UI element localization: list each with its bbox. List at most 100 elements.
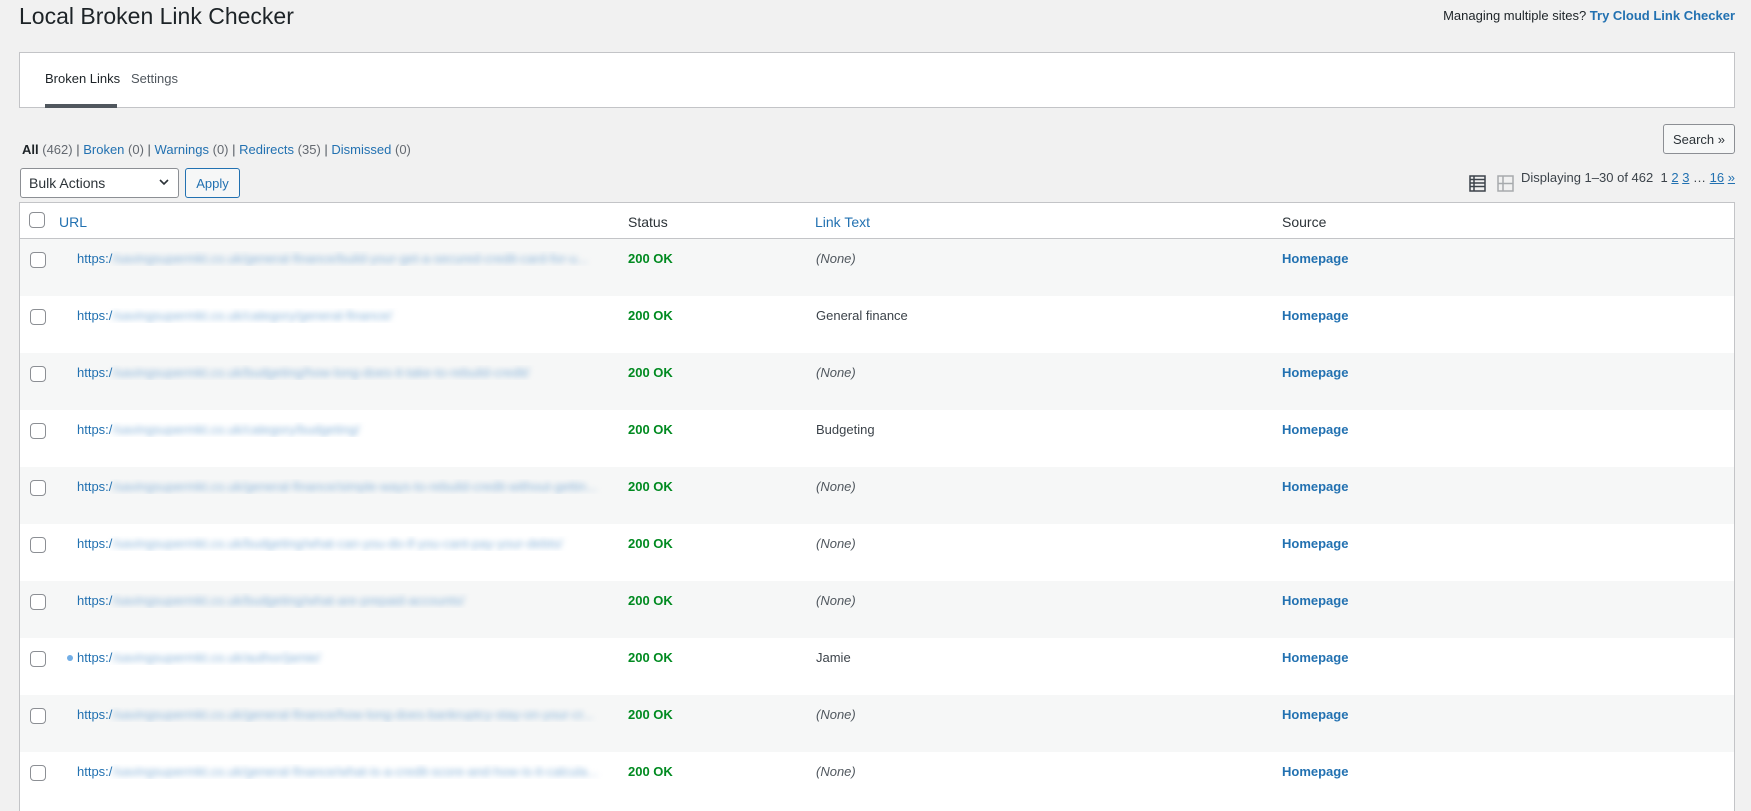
page-title: Local Broken Link Checker: [19, 3, 294, 29]
row-checkbox[interactable]: [30, 594, 46, 610]
row-url-prefix: https:/: [77, 365, 113, 380]
row-status: 200 OK: [628, 536, 673, 551]
row-source-link[interactable]: Homepage: [1282, 479, 1348, 494]
table-row: https://savingsupermkt.co.uk/general-fin…: [20, 752, 1734, 809]
row-url-rest: /savingsupermkt.co.uk/category/budgeting…: [112, 422, 360, 437]
column-link-text[interactable]: Link Text: [815, 214, 870, 230]
promo: Managing multiple sites? Try Cloud Link …: [1443, 8, 1735, 23]
row-url-link[interactable]: https://savingsupermkt.co.uk/author/jami…: [77, 650, 625, 665]
row-status: 200 OK: [628, 650, 673, 665]
row-status: 200 OK: [628, 764, 673, 779]
row-checkbox[interactable]: [30, 309, 46, 325]
table-row: https://savingsupermkt.co.uk/general-fin…: [20, 239, 1734, 296]
row-url-link[interactable]: https://savingsupermkt.co.uk/general-fin…: [77, 251, 625, 266]
row-checkbox[interactable]: [30, 366, 46, 382]
row-source-link[interactable]: Homepage: [1282, 422, 1348, 437]
row-url-prefix: https:/: [77, 536, 113, 551]
row-source-link[interactable]: Homepage: [1282, 764, 1348, 779]
row-url-rest: /savingsupermkt.co.uk/general-finance/bu…: [112, 251, 588, 266]
tab-broken-links[interactable]: Broken Links: [45, 71, 120, 86]
tab-settings[interactable]: Settings: [131, 71, 178, 86]
tab-bar: Broken Links Settings: [19, 52, 1735, 108]
table-row: https://savingsupermkt.co.uk/category/ge…: [20, 296, 1734, 353]
row-url-prefix: https:/: [77, 479, 113, 494]
filter-warnings[interactable]: Warnings: [155, 142, 209, 157]
excerpt-view-icon[interactable]: [1497, 175, 1514, 192]
row-status: 200 OK: [628, 422, 673, 437]
row-checkbox[interactable]: [30, 708, 46, 724]
row-url-link[interactable]: https://savingsupermkt.co.uk/budgeting/h…: [77, 365, 625, 380]
row-source-link[interactable]: Homepage: [1282, 251, 1348, 266]
filter-broken-count: (0): [128, 142, 144, 157]
active-tab-indicator: [45, 104, 117, 108]
bulk-actions-select[interactable]: Bulk Actions: [20, 168, 179, 198]
row-checkbox[interactable]: [30, 423, 46, 439]
search-button[interactable]: Search »: [1663, 124, 1735, 154]
filter-dismissed-count: (0): [394, 142, 411, 157]
redirect-indicator-icon: [67, 655, 73, 661]
row-url-prefix: https:/: [77, 707, 113, 722]
filter-warnings-count: (0): [212, 142, 229, 157]
table-row: https://savingsupermkt.co.uk/category/bu…: [20, 410, 1734, 467]
row-source-link[interactable]: Homepage: [1282, 707, 1348, 722]
row-url-prefix: https:/: [77, 593, 113, 608]
row-url-prefix: https:/: [77, 251, 113, 266]
row-status: 200 OK: [628, 365, 673, 380]
row-url-prefix: https:/: [77, 650, 113, 665]
row-checkbox[interactable]: [30, 480, 46, 496]
row-url-rest: /savingsupermkt.co.uk/general-finance/ho…: [112, 707, 594, 722]
row-checkbox[interactable]: [30, 765, 46, 781]
page-current: 1: [1660, 170, 1668, 185]
filter-redirects[interactable]: Redirects: [239, 142, 294, 157]
row-url-link[interactable]: https://savingsupermkt.co.uk/general-fin…: [77, 764, 625, 779]
row-source-link[interactable]: Homepage: [1282, 650, 1348, 665]
row-url-link[interactable]: https://savingsupermkt.co.uk/category/ge…: [77, 308, 625, 323]
filter-all[interactable]: All: [22, 142, 39, 157]
row-link-text: (None): [816, 593, 856, 608]
table-row: https://savingsupermkt.co.uk/budgeting/h…: [20, 353, 1734, 410]
select-all-checkbox[interactable]: [29, 212, 45, 228]
row-url-link[interactable]: https://savingsupermkt.co.uk/general-fin…: [77, 707, 625, 722]
row-link-text: (None): [816, 536, 856, 551]
page-ellipsis: …: [1693, 170, 1707, 185]
filter-redirects-count: (35): [297, 142, 321, 157]
row-source-link[interactable]: Homepage: [1282, 365, 1348, 380]
next-page-link[interactable]: »: [1728, 170, 1735, 185]
row-source-link[interactable]: Homepage: [1282, 308, 1348, 323]
filter-all-count: (462): [42, 142, 73, 157]
row-link-text: (None): [816, 764, 856, 779]
row-link-text: General finance: [816, 308, 908, 323]
page-16-link[interactable]: 16: [1710, 170, 1724, 185]
row-checkbox[interactable]: [30, 651, 46, 667]
row-source-link[interactable]: Homepage: [1282, 536, 1348, 551]
row-url-link[interactable]: https://savingsupermkt.co.uk/budgeting/w…: [77, 536, 625, 551]
displaying-count: Displaying 1–30 of 462: [1520, 170, 1654, 185]
filter-dismissed[interactable]: Dismissed: [331, 142, 391, 157]
table-row: https://savingsupermkt.co.uk/general-fin…: [20, 695, 1734, 752]
table-row: https://savingsupermkt.co.uk/budgeting/w…: [20, 581, 1734, 638]
list-view-icon[interactable]: [1469, 175, 1486, 192]
links-table: URL Status Link Text Source https://savi…: [19, 202, 1735, 811]
row-checkbox[interactable]: [30, 252, 46, 268]
row-url-rest: /savingsupermkt.co.uk/category/general-f…: [112, 308, 393, 323]
page-2-link[interactable]: 2: [1671, 170, 1678, 185]
row-url-link[interactable]: https://savingsupermkt.co.uk/budgeting/w…: [77, 593, 625, 608]
row-link-text: (None): [816, 365, 856, 380]
row-status: 200 OK: [628, 251, 673, 266]
table-header: URL Status Link Text Source: [20, 203, 1734, 239]
apply-button[interactable]: Apply: [185, 168, 240, 198]
table-row: https://savingsupermkt.co.uk/author/jami…: [20, 638, 1734, 695]
row-source-link[interactable]: Homepage: [1282, 593, 1348, 608]
row-status: 200 OK: [628, 593, 673, 608]
cloud-link-checker-link[interactable]: Try Cloud Link Checker: [1590, 8, 1735, 23]
row-url-link[interactable]: https://savingsupermkt.co.uk/category/bu…: [77, 422, 625, 437]
filter-broken[interactable]: Broken: [83, 142, 124, 157]
row-checkbox[interactable]: [30, 537, 46, 553]
row-url-link[interactable]: https://savingsupermkt.co.uk/general-fin…: [77, 479, 625, 494]
row-status: 200 OK: [628, 707, 673, 722]
page-3-link[interactable]: 3: [1682, 170, 1689, 185]
column-url[interactable]: URL: [59, 214, 87, 230]
table-row: https://savingsupermkt.co.uk/general-fin…: [20, 467, 1734, 524]
column-source: Source: [1282, 214, 1327, 230]
row-link-text: Jamie: [816, 650, 851, 665]
